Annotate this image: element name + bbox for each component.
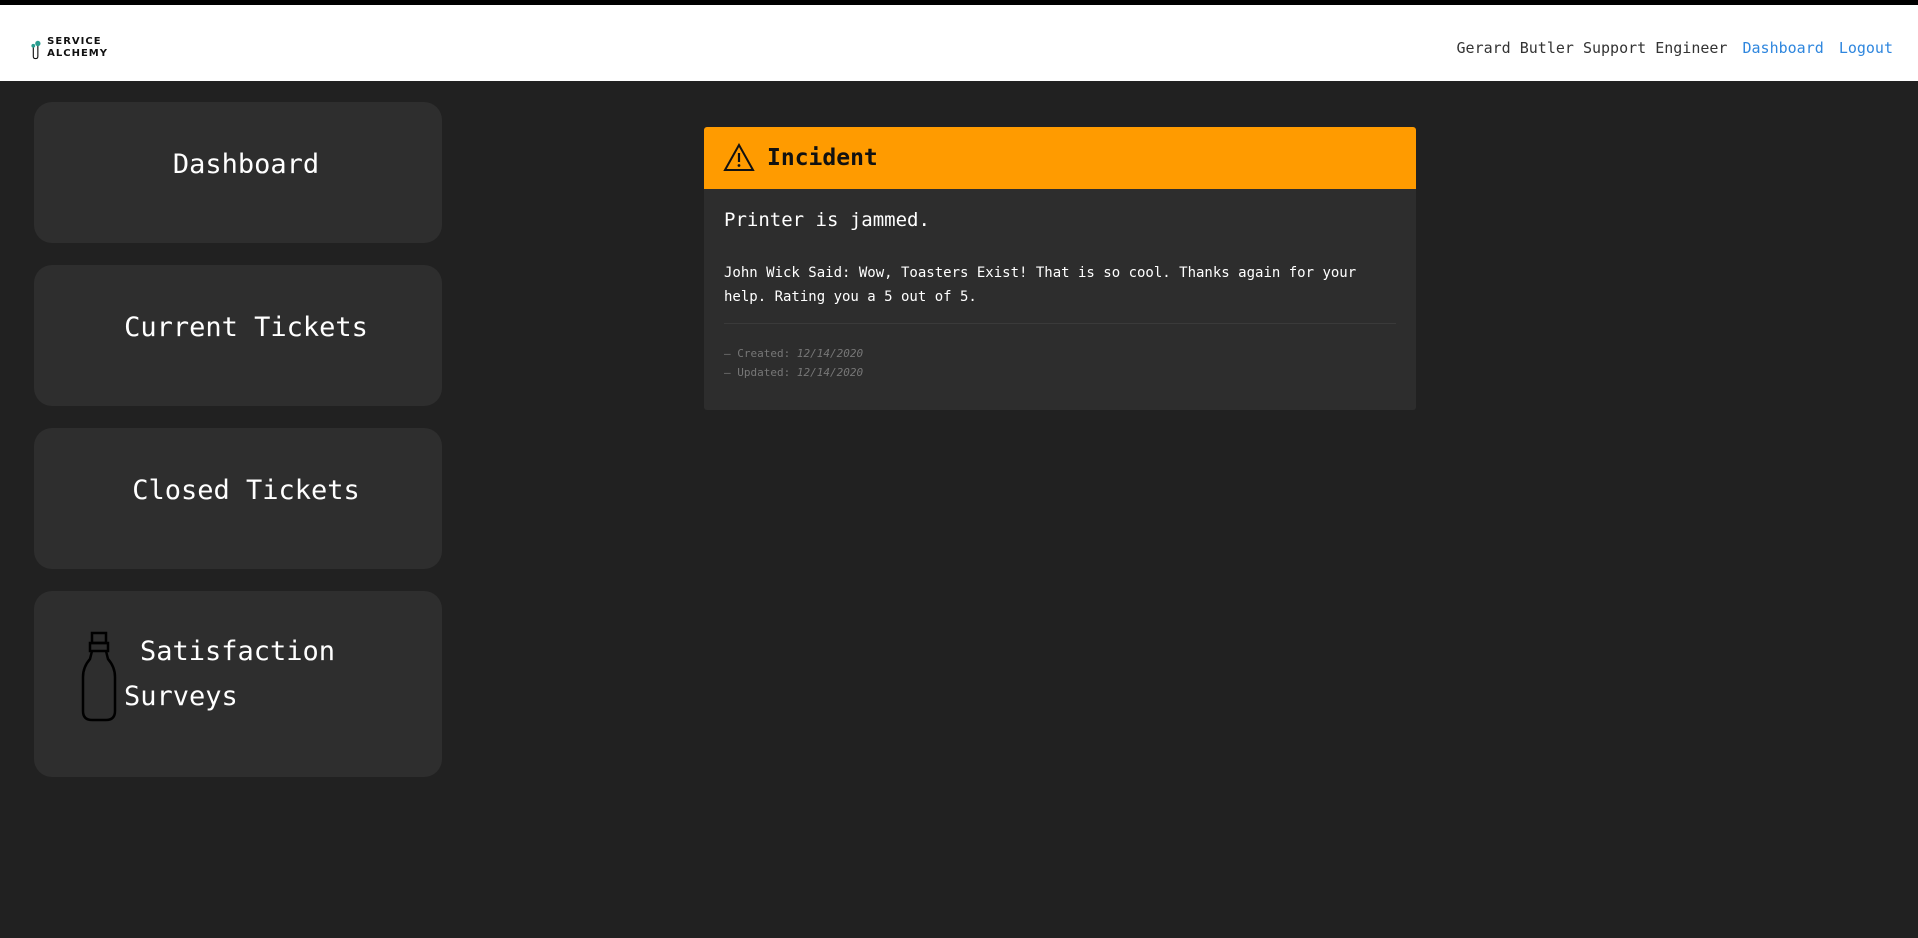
dashboard-link[interactable]: Dashboard	[1743, 39, 1824, 57]
ticket-comment: John Wick Said: Wow, Toasters Exist! Tha…	[724, 261, 1396, 324]
top-navbar: SERVICE ALCHEMY Gerard Butler Support En…	[0, 0, 1918, 81]
sidebar-item-label: Current Tickets	[124, 312, 368, 343]
logo-line-1: SERVICE	[47, 36, 102, 47]
ticket-type: Incident	[767, 145, 878, 171]
sidebar-item-label: Satisfaction Surveys	[124, 636, 336, 712]
logo-flask-icon	[31, 40, 41, 60]
bottle-icon	[81, 631, 117, 722]
incident-card-header: Incident	[704, 127, 1416, 189]
sidebar-item-dashboard[interactable]: Dashboard	[34, 102, 442, 243]
sidebar-item-label: Closed Tickets	[132, 475, 360, 506]
created-row: — Created: 12/14/2020	[724, 344, 1396, 363]
sidebar-item-label: Dashboard	[172, 149, 320, 180]
sidebar-item-closed-tickets[interactable]: Closed Tickets	[34, 428, 442, 569]
created-label: — Created:	[724, 347, 791, 360]
updated-row: — Updated: 12/14/2020	[724, 363, 1396, 382]
ticket-meta: — Created: 12/14/2020 — Updated: 12/14/2…	[724, 344, 1396, 382]
incident-card: Incident Printer is jammed. John Wick Sa…	[704, 127, 1416, 410]
created-date: 12/14/2020	[796, 347, 864, 360]
user-name: Gerard Butler Support Engineer	[1456, 39, 1728, 57]
logo-line-2: ALCHEMY	[47, 48, 108, 59]
sidebar-item-satisfaction-surveys[interactable]: Satisfaction Surveys	[34, 591, 442, 777]
service-alchemy-logo[interactable]: SERVICE ALCHEMY	[28, 29, 108, 67]
incident-card-body: Printer is jammed. John Wick Said: Wow, …	[704, 189, 1416, 382]
logo-text: SERVICE ALCHEMY	[47, 36, 108, 60]
user-nav: Gerard Butler Support Engineer Dashboard…	[1457, 39, 1893, 57]
sidebar-item-current-tickets[interactable]: Current Tickets	[34, 265, 442, 406]
warning-icon	[723, 143, 755, 171]
ticket-description: Printer is jammed.	[724, 209, 930, 231]
logout-link[interactable]: Logout	[1839, 39, 1893, 57]
updated-date: 12/14/2020	[796, 366, 864, 379]
updated-label: — Updated:	[724, 366, 791, 379]
